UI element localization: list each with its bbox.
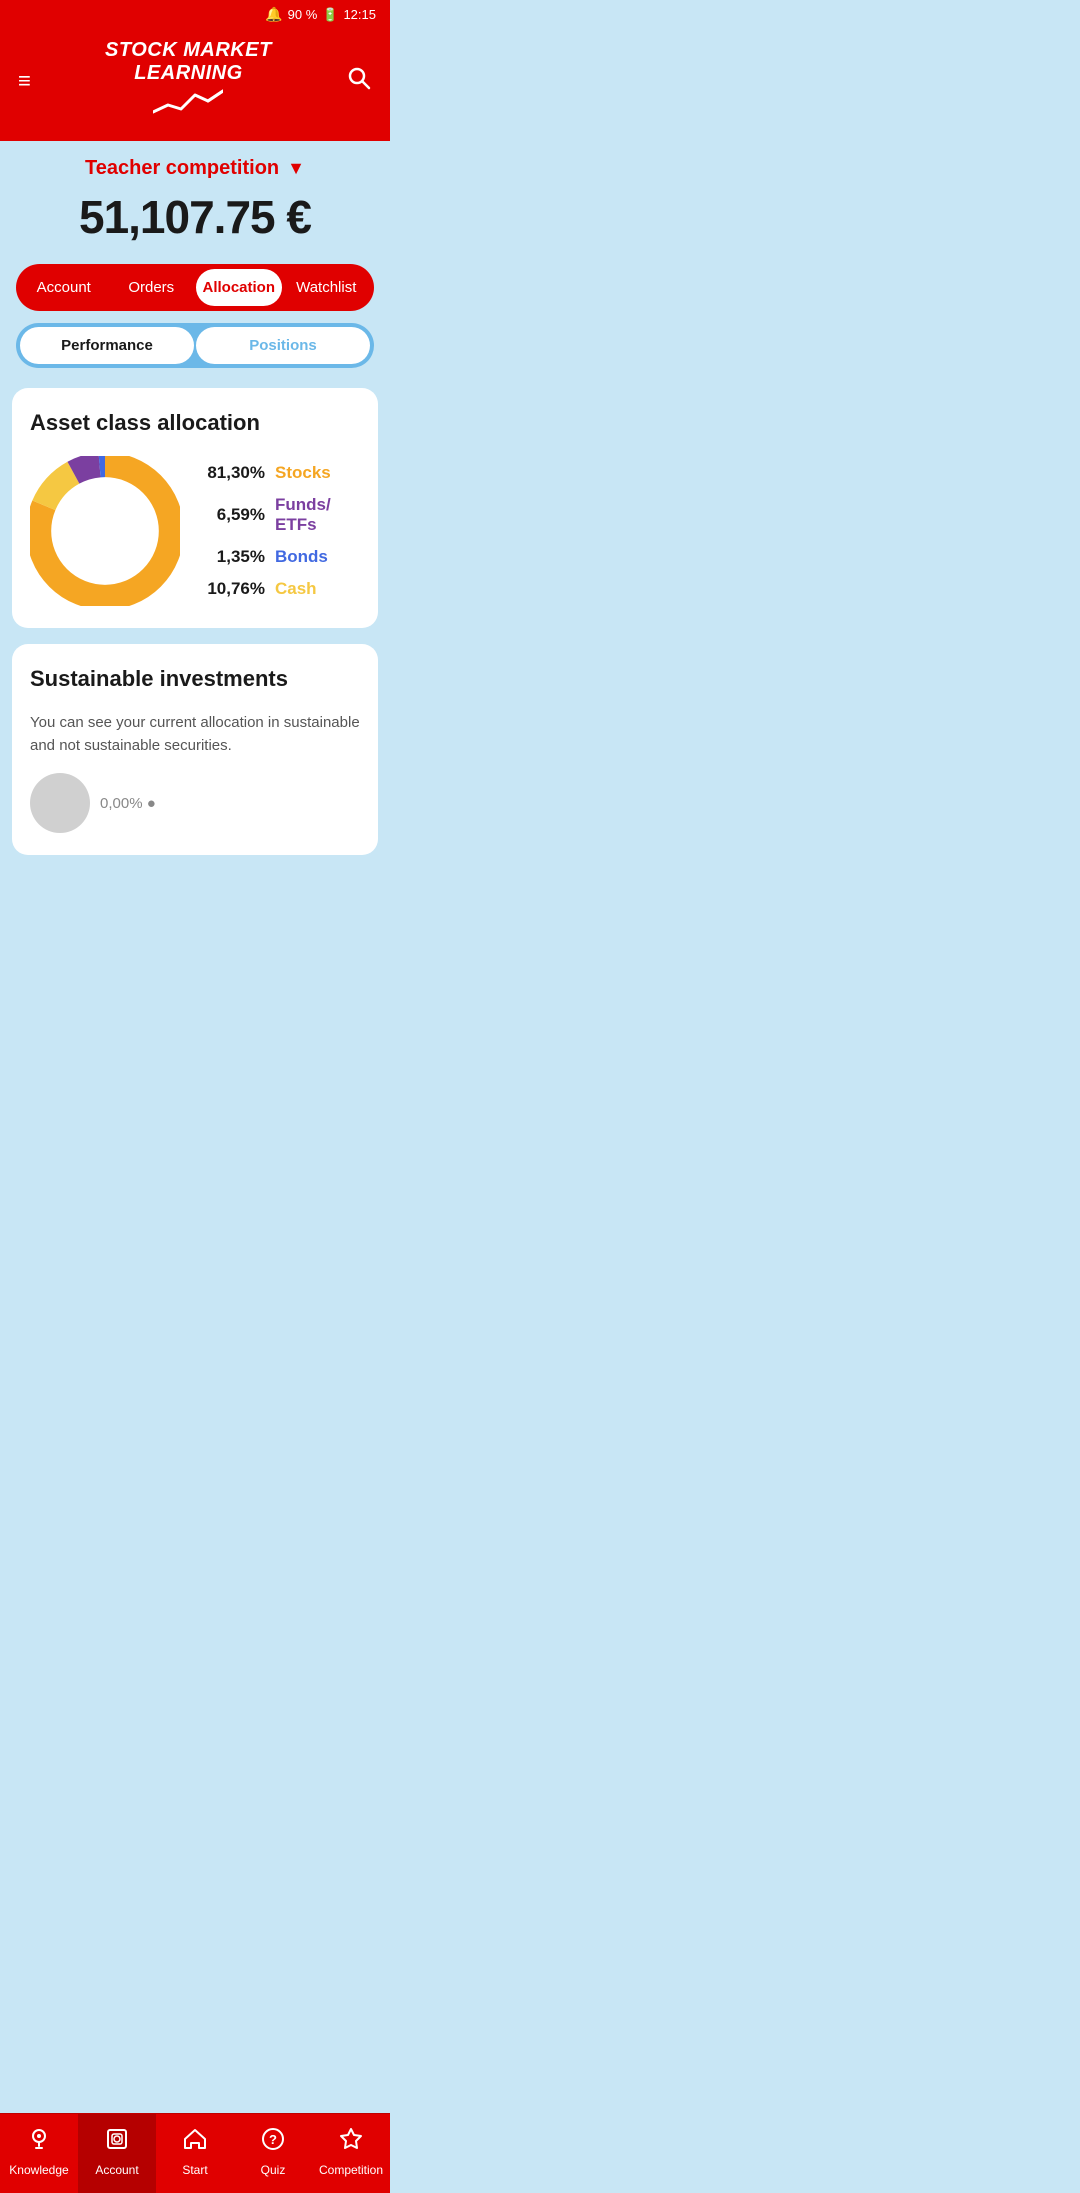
account-nav-label: Account	[95, 2163, 138, 2177]
search-button[interactable]	[346, 65, 372, 98]
legend-cash: 10,76% Cash	[200, 579, 360, 599]
competition-label: Teacher competition	[85, 157, 279, 180]
funds-label: Funds/ETFs	[275, 495, 331, 535]
nav-knowledge[interactable]: Knowledge	[0, 2114, 78, 2193]
stocks-label: Stocks	[275, 463, 331, 483]
donut-chart-svg	[30, 456, 180, 606]
sustainable-preview: 0,00% ●	[30, 773, 360, 833]
competition-label: Competition	[319, 2163, 383, 2177]
tab-performance[interactable]: Performance	[20, 327, 194, 364]
nav-account[interactable]: Account	[78, 2114, 156, 2193]
sustainable-title: Sustainable investments	[30, 666, 360, 692]
knowledge-icon	[26, 2126, 52, 2159]
sub-tabs: Performance Positions	[16, 323, 374, 368]
tab-positions[interactable]: Positions	[196, 327, 370, 364]
legend-stocks: 81,30% Stocks	[200, 463, 360, 483]
competition-selector[interactable]: Teacher competition ▼	[0, 157, 390, 180]
brand-logo: STOCK MARKET LEARNING	[105, 39, 272, 123]
sustainable-pct-preview: 0,00% ●	[100, 795, 156, 812]
competition-icon	[338, 2126, 364, 2159]
start-label: Start	[182, 2163, 207, 2177]
account-icon	[104, 2126, 130, 2159]
app-header: ≡ STOCK MARKET LEARNING	[0, 29, 390, 141]
brand-title: STOCK MARKET LEARNING	[105, 39, 272, 85]
main-content: Teacher competition ▼ 51,107.75 € Accoun…	[0, 141, 390, 855]
bottom-navigation: Knowledge Account Start ? Quiz	[0, 2113, 390, 2193]
sustainable-chart-preview	[30, 773, 90, 833]
main-tabs: Account Orders Allocation Watchlist	[16, 264, 374, 311]
allocation-content: 81,30% Stocks 6,59% Funds/ETFs 1,35% Bon…	[30, 456, 360, 606]
nav-start[interactable]: Start	[156, 2114, 234, 2193]
tab-account[interactable]: Account	[21, 269, 107, 306]
notification-icon: 🔔	[265, 6, 282, 23]
asset-allocation-title: Asset class allocation	[30, 410, 360, 436]
tab-watchlist[interactable]: Watchlist	[284, 269, 370, 306]
menu-button[interactable]: ≡	[18, 70, 31, 92]
balance-display: 51,107.75 €	[0, 190, 390, 244]
bonds-label: Bonds	[275, 547, 328, 567]
home-icon	[182, 2126, 208, 2159]
time-display: 12:15	[343, 7, 376, 22]
bonds-percent: 1,35%	[200, 547, 265, 567]
stocks-percent: 81,30%	[200, 463, 265, 483]
cash-label: Cash	[275, 579, 317, 599]
chart-icon	[153, 87, 223, 123]
tab-orders[interactable]: Orders	[109, 269, 195, 306]
battery-icon: 🔋	[322, 7, 338, 23]
cash-percent: 10,76%	[200, 579, 265, 599]
balance-amount: 51,107.75 €	[79, 191, 311, 243]
status-bar: 🔔 90 % 🔋 12:15	[0, 0, 390, 29]
legend-bonds: 1,35% Bonds	[200, 547, 360, 567]
knowledge-label: Knowledge	[9, 2163, 68, 2177]
quiz-icon: ?	[260, 2126, 286, 2159]
nav-quiz[interactable]: ? Quiz	[234, 2114, 312, 2193]
asset-allocation-card: Asset class allocation	[12, 388, 378, 628]
allocation-legend: 81,30% Stocks 6,59% Funds/ETFs 1,35% Bon…	[200, 463, 360, 599]
tab-allocation[interactable]: Allocation	[196, 269, 282, 306]
battery-level: 90 %	[288, 7, 318, 22]
funds-percent: 6,59%	[200, 505, 265, 525]
donut-chart-wrapper	[30, 456, 180, 606]
nav-competition[interactable]: Competition	[312, 2114, 390, 2193]
legend-funds: 6,59% Funds/ETFs	[200, 495, 360, 535]
svg-text:?: ?	[269, 2132, 277, 2147]
chevron-down-icon: ▼	[287, 158, 305, 179]
quiz-label: Quiz	[261, 2163, 286, 2177]
sustainable-card: Sustainable investments You can see your…	[12, 644, 378, 855]
sustainable-description: You can see your current allocation in s…	[30, 712, 360, 757]
